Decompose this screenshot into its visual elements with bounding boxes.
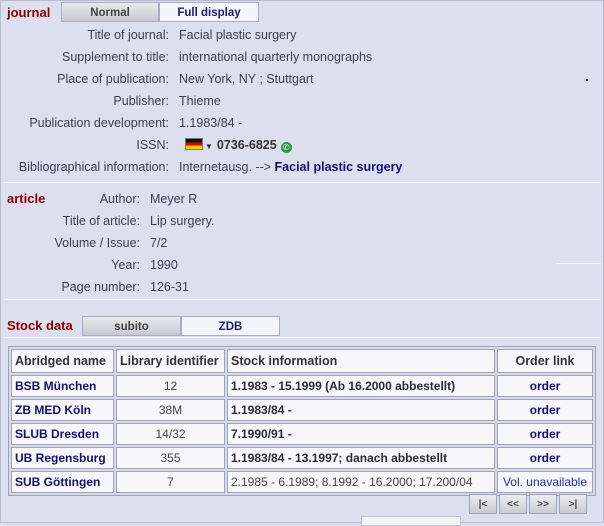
table-row: SLUB Dresden 14/32 7.1990/91 - order	[11, 423, 593, 445]
last-page-button[interactable]: >|	[559, 494, 587, 514]
field-supplement: Supplement to title: international quart…	[1, 47, 604, 67]
chevron-down-icon[interactable]: ▼	[205, 142, 213, 151]
bottom-panel	[361, 516, 461, 526]
field-label: Page number:	[61, 280, 140, 294]
issn-value-group: ▼ 0736-6825 ✆	[185, 135, 292, 157]
field-label: ISSN:	[136, 138, 169, 152]
field-value: Internetausg. --> Facial plastic surgery	[179, 157, 402, 177]
field-value: Lip surgery.	[150, 214, 215, 228]
field-label: Publisher:	[113, 94, 169, 108]
page-frame: journal Normal Full display Title of jou…	[0, 0, 604, 526]
stock-information: 2.1985 - 6.1989; 8.1992 - 16.2000; 17.20…	[227, 471, 495, 493]
stock-information: 1.1983/84 - 13.1997; danach abbestellt	[227, 447, 495, 469]
table-row: UB Regensburg 355 1.1983/84 - 13.1997; d…	[11, 447, 593, 469]
field-place: Place of publication: New York, NY ; Stu…	[1, 69, 604, 89]
field-label: Place of publication:	[57, 72, 169, 86]
column-header: Abridged name	[11, 349, 114, 373]
field-bibliographical: Bibliographical information: Internetaus…	[1, 157, 604, 177]
field-value: New York, NY ; Stuttgart	[179, 72, 314, 86]
tab-normal[interactable]: Normal	[61, 2, 159, 22]
column-header: Order link	[497, 349, 593, 373]
field-volume-issue: Volume / Issue: 7/2	[1, 233, 604, 253]
bib-prefix: Internetausg. -->	[179, 160, 275, 174]
divider	[4, 299, 600, 300]
field-value: international quarterly monographs	[179, 50, 373, 64]
library-name[interactable]: BSB München	[11, 375, 114, 397]
phone-icon[interactable]: ✆	[280, 142, 292, 153]
library-name[interactable]: ZB MED Köln	[11, 399, 114, 421]
tab-subito[interactable]: subito	[82, 316, 181, 336]
field-title-of-journal: Title of journal: Facial plastic surgery	[1, 25, 604, 45]
bib-link[interactable]: Facial plastic surgery	[275, 160, 403, 174]
stock-section-label: Stock data	[7, 318, 73, 333]
stock-information: 7.1990/91 -	[227, 423, 495, 445]
tab-full-display[interactable]: Full display	[159, 2, 259, 22]
field-label: Publication development:	[29, 116, 169, 130]
field-value: 1990	[150, 258, 178, 272]
field-issn: ISSN: ▼ 0736-6825 ✆	[1, 135, 604, 155]
field-year: Year: 1990	[1, 255, 604, 275]
field-author: Author: Meyer R	[1, 189, 604, 209]
field-page-number: Page number: 126-31	[1, 277, 604, 297]
field-publication-development: Publication development: 1.1983/84 -	[1, 113, 604, 133]
previous-page-button[interactable]: <<	[499, 494, 527, 514]
field-label: Bibliographical information:	[18, 160, 169, 174]
library-identifier: 38M	[116, 399, 225, 421]
field-value: 1.1983/84 -	[179, 116, 243, 130]
divider	[4, 337, 600, 338]
table-header-row: Abridged name Library identifier Stock i…	[11, 349, 593, 373]
stock-information: 1.1983/84 -	[227, 399, 495, 421]
journal-section-label: journal	[7, 5, 51, 20]
field-title-of-article: Title of article: Lip surgery.	[1, 211, 604, 231]
field-value: Meyer R	[150, 192, 198, 206]
order-link[interactable]: order	[497, 375, 593, 397]
field-label: Author:	[99, 192, 140, 206]
library-identifier: 355	[116, 447, 225, 469]
field-label: Year:	[111, 258, 140, 272]
field-value: Facial plastic surgery	[179, 28, 297, 42]
table-row: SUB Göttingen 7 2.1985 - 6.1989; 8.1992 …	[11, 471, 593, 493]
stock-information: 1.1983 - 15.1999 (Ab 16.2000 abbestellt)	[227, 375, 495, 397]
library-identifier: 12	[116, 375, 225, 397]
journal-tabbar: Normal Full display	[61, 2, 259, 22]
next-page-button[interactable]: >>	[529, 494, 557, 514]
divider	[556, 263, 601, 264]
stock-table: Abridged name Library identifier Stock i…	[8, 346, 596, 496]
library-name[interactable]: SLUB Dresden	[11, 423, 114, 445]
field-label: Title of journal:	[87, 28, 169, 42]
field-publisher: Publisher: Thieme	[1, 91, 604, 111]
decorative-dot	[586, 79, 588, 81]
field-value: 126-31	[150, 280, 189, 294]
order-unavailable: Vol. unavailable	[497, 471, 593, 493]
library-identifier: 14/32	[116, 423, 225, 445]
field-value: Thieme	[179, 94, 221, 108]
first-page-button[interactable]: |<	[469, 494, 497, 514]
column-header: Stock information	[227, 349, 495, 373]
library-name[interactable]: UB Regensburg	[11, 447, 114, 469]
field-value: 7/2	[150, 236, 168, 250]
stock-tabbar: subito ZDB	[82, 316, 280, 336]
library-name[interactable]: SUB Göttingen	[11, 471, 114, 493]
german-flag-icon[interactable]	[185, 138, 203, 150]
tab-zdb[interactable]: ZDB	[181, 316, 280, 336]
column-header: Library identifier	[116, 349, 225, 373]
pagination: |< << >> >|	[469, 494, 589, 514]
field-label: Supplement to title:	[61, 50, 169, 64]
field-label: Title of article:	[62, 214, 140, 228]
table-row: BSB München 12 1.1983 - 15.1999 (Ab 16.2…	[11, 375, 593, 397]
order-link[interactable]: order	[497, 399, 593, 421]
divider	[4, 182, 600, 183]
library-identifier: 7	[116, 471, 225, 493]
order-link[interactable]: order	[497, 423, 593, 445]
table-row: ZB MED Köln 38M 1.1983/84 - order	[11, 399, 593, 421]
issn-number: 0736-6825	[216, 138, 277, 152]
field-label: Volume / Issue:	[54, 236, 140, 250]
order-link[interactable]: order	[497, 447, 593, 469]
